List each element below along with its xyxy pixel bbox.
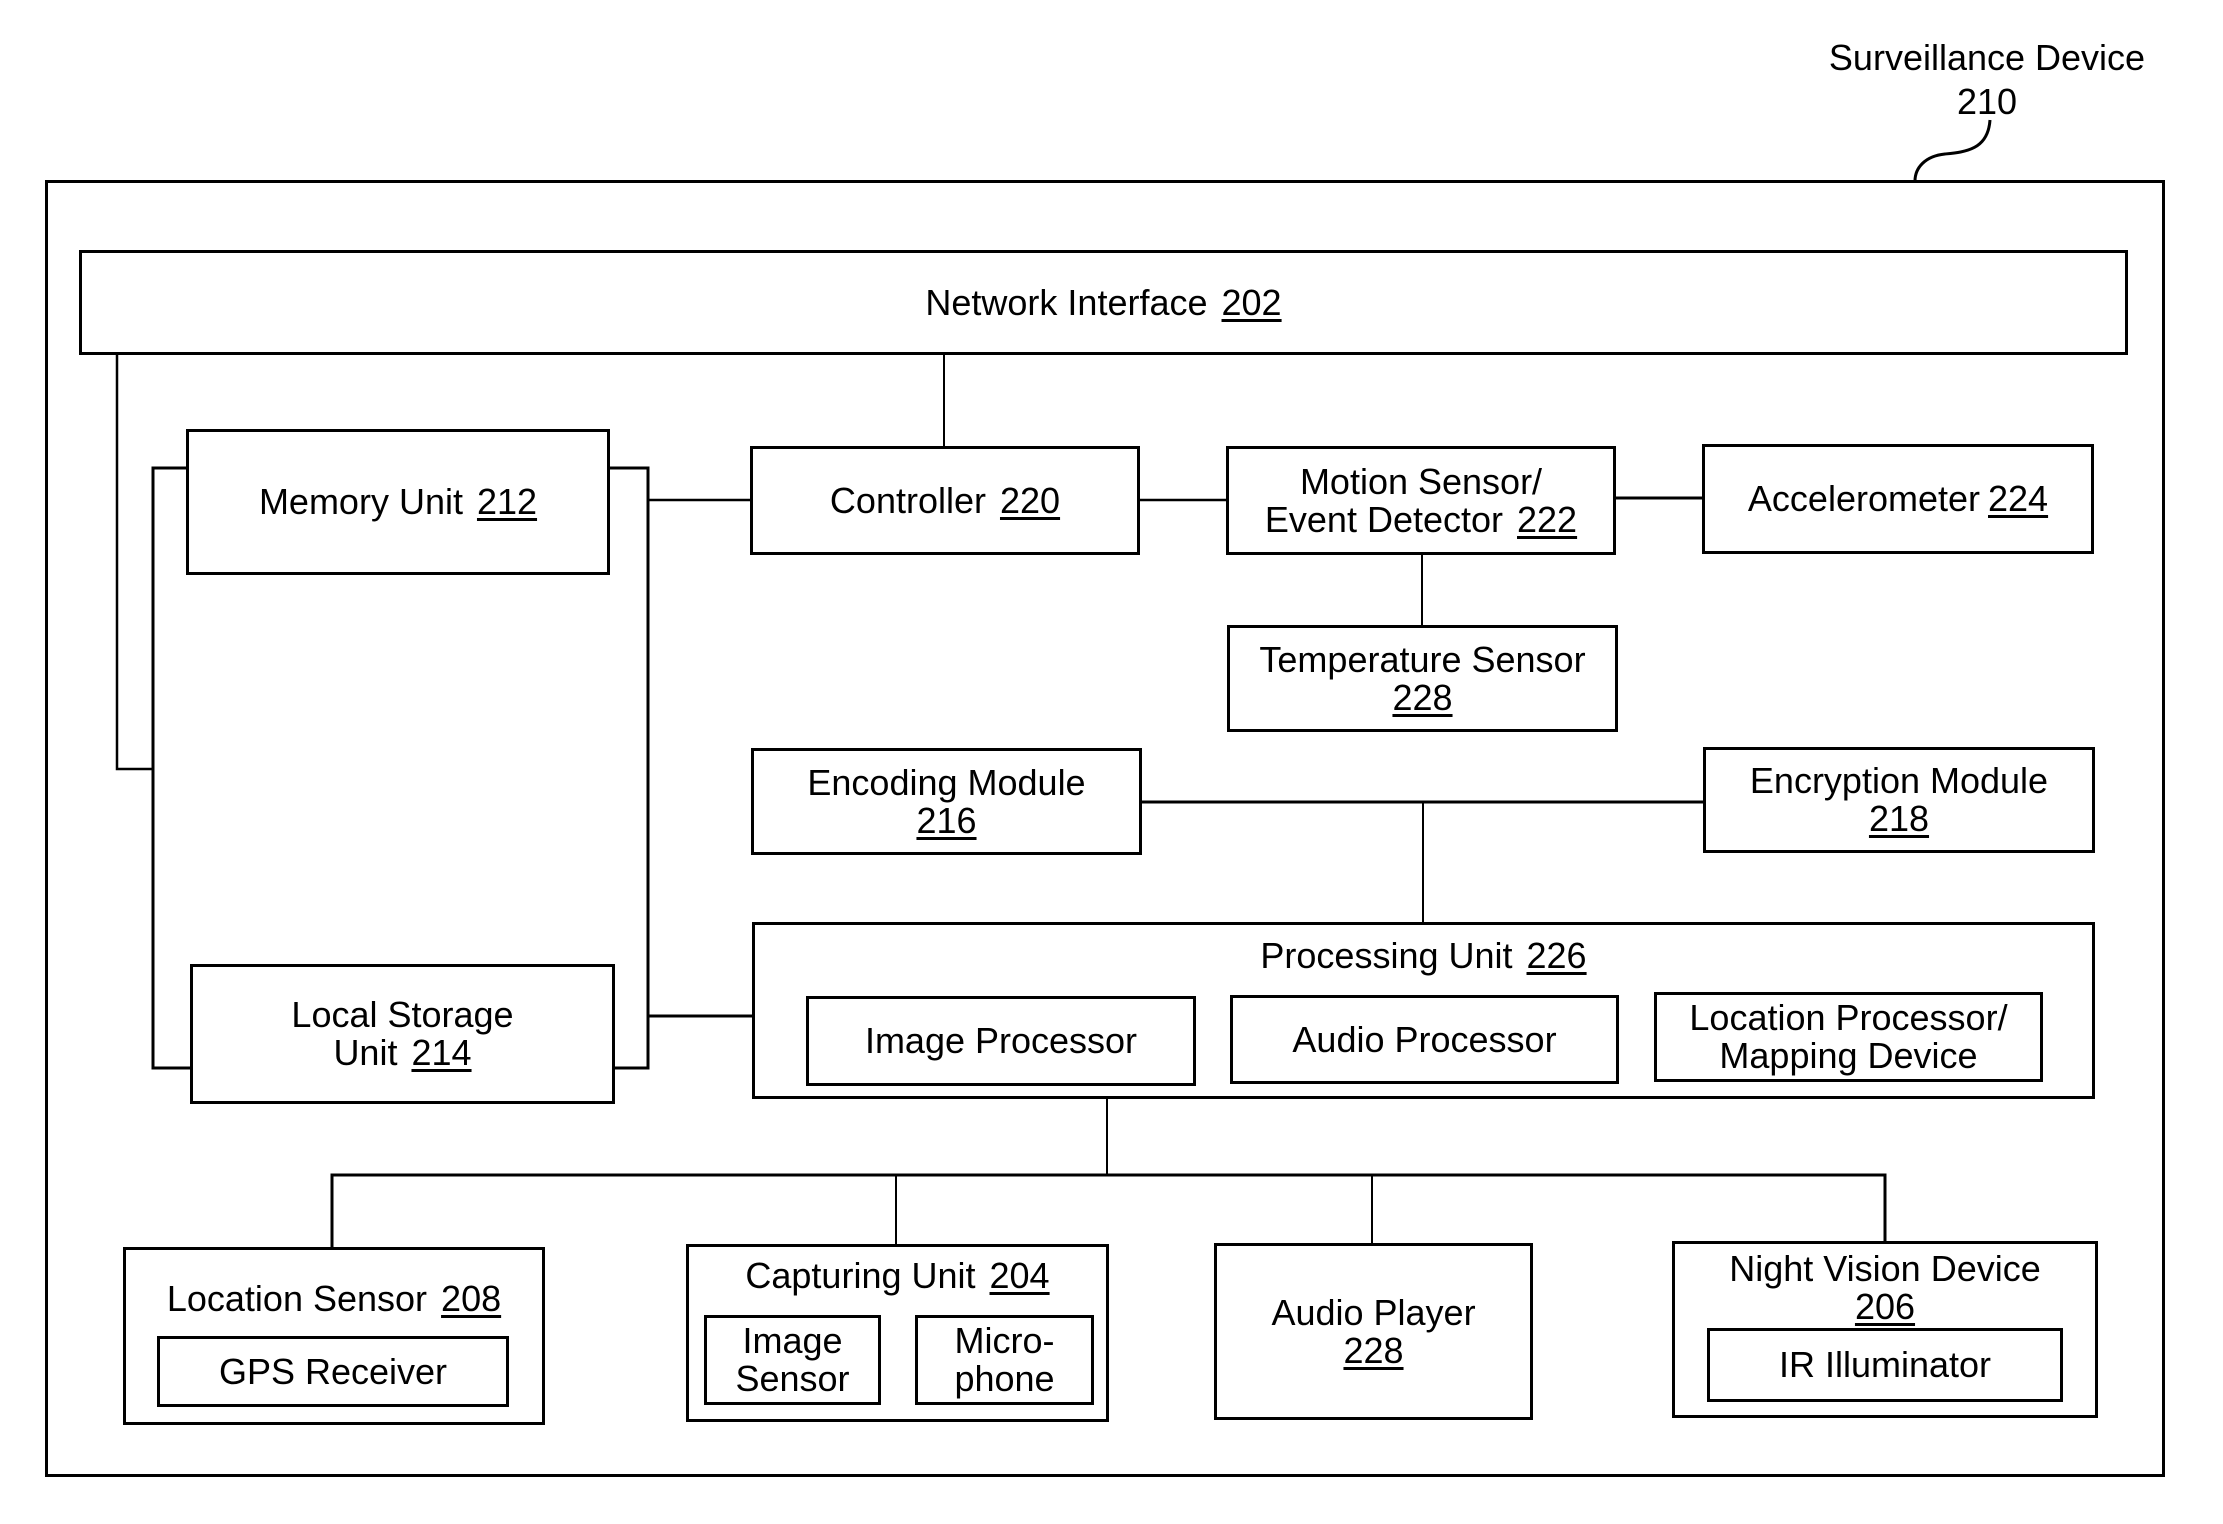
audio-player-label: Audio Player bbox=[1271, 1291, 1476, 1333]
location-sensor-ref: 208 bbox=[441, 1278, 502, 1319]
network-interface-label: Network Interface bbox=[925, 281, 1208, 323]
local-storage-box: Local Storage Unit 214 bbox=[190, 964, 615, 1104]
local-storage-label-line1: Local Storage bbox=[291, 994, 514, 1035]
motion-sensor-label-line1: Motion Sensor/ bbox=[1299, 460, 1543, 502]
ir-illuminator-label: IR Illuminator bbox=[1778, 1344, 1992, 1385]
microphone-label-line2: phone bbox=[954, 1358, 1055, 1399]
accelerometer-ref: 224 bbox=[1988, 478, 2049, 519]
figure-title: Surveillance Device 210 bbox=[1787, 36, 2187, 124]
audio-processor-box: Audio Processor bbox=[1230, 995, 1619, 1084]
encryption-module-label: Encryption Module bbox=[1749, 760, 2049, 801]
temperature-sensor-label: Temperature Sensor bbox=[1259, 638, 1586, 680]
capturing-unit-label: Capturing Unit bbox=[745, 1255, 976, 1296]
controller-box: Controller 220 bbox=[750, 446, 1140, 555]
microphone-label-line1: Micro- bbox=[954, 1320, 1055, 1361]
figure-title-label: Surveillance Device bbox=[1828, 37, 2146, 78]
ir-illuminator-box: IR Illuminator bbox=[1707, 1328, 2063, 1402]
local-storage-label-line2: Unit bbox=[333, 1032, 398, 1073]
microphone-box: Micro- phone bbox=[915, 1315, 1094, 1405]
accelerometer-box: Accelerometer 224 bbox=[1702, 444, 2094, 554]
accelerometer-label: Accelerometer bbox=[1747, 478, 1980, 519]
gps-receiver-box: GPS Receiver bbox=[157, 1336, 509, 1407]
audio-player-box: Audio Player 228 bbox=[1214, 1243, 1533, 1420]
image-sensor-label-line2: Sensor bbox=[735, 1358, 850, 1399]
night-vision-label: Night Vision Device bbox=[1729, 1248, 2041, 1289]
processing-unit-label: Processing Unit bbox=[1260, 935, 1513, 976]
image-processor-box: Image Processor bbox=[806, 996, 1196, 1086]
location-processor-box: Location Processor/ Mapping Device bbox=[1654, 992, 2043, 1082]
encryption-module-ref: 218 bbox=[1868, 798, 1930, 839]
location-processor-label-line2: Mapping Device bbox=[1719, 1035, 1978, 1076]
motion-sensor-ref: 222 bbox=[1517, 498, 1578, 540]
image-sensor-box: Image Sensor bbox=[704, 1315, 881, 1405]
location-processor-label-line1: Location Processor/ bbox=[1689, 997, 2008, 1038]
location-sensor-label: Location Sensor bbox=[166, 1278, 428, 1319]
image-sensor-label-line1: Image bbox=[742, 1320, 843, 1361]
memory-unit-box: Memory Unit 212 bbox=[186, 429, 610, 575]
network-interface-box: Network Interface 202 bbox=[79, 250, 2128, 355]
controller-label: Controller bbox=[829, 479, 986, 521]
figure-title-ref: 210 bbox=[1956, 81, 2018, 122]
controller-ref: 220 bbox=[999, 479, 1061, 521]
audio-player-ref: 228 bbox=[1343, 1329, 1404, 1371]
encoding-module-ref: 216 bbox=[916, 799, 977, 841]
network-interface-ref: 202 bbox=[1221, 281, 1282, 323]
local-storage-ref: 214 bbox=[411, 1032, 472, 1073]
image-processor-label: Image Processor bbox=[864, 1020, 1138, 1061]
encoding-module-label: Encoding Module bbox=[807, 761, 1086, 803]
gps-receiver-label: GPS Receiver bbox=[218, 1350, 448, 1392]
capturing-unit-ref: 204 bbox=[989, 1255, 1050, 1296]
temperature-sensor-box: Temperature Sensor 228 bbox=[1227, 625, 1618, 732]
encryption-module-box: Encryption Module 218 bbox=[1703, 747, 2095, 853]
memory-unit-label: Memory Unit bbox=[258, 481, 463, 522]
encoding-module-box: Encoding Module 216 bbox=[751, 748, 1142, 855]
audio-processor-label: Audio Processor bbox=[1292, 1018, 1557, 1060]
memory-unit-ref: 212 bbox=[476, 481, 538, 522]
temperature-sensor-ref: 228 bbox=[1392, 676, 1453, 718]
callout-leader bbox=[1913, 119, 1992, 182]
motion-sensor-box: Motion Sensor/ Event Detector 222 bbox=[1226, 446, 1616, 555]
night-vision-ref: 206 bbox=[1854, 1286, 1916, 1327]
motion-sensor-label-line2: Event Detector bbox=[1264, 498, 1504, 540]
processing-unit-ref: 226 bbox=[1526, 935, 1587, 976]
